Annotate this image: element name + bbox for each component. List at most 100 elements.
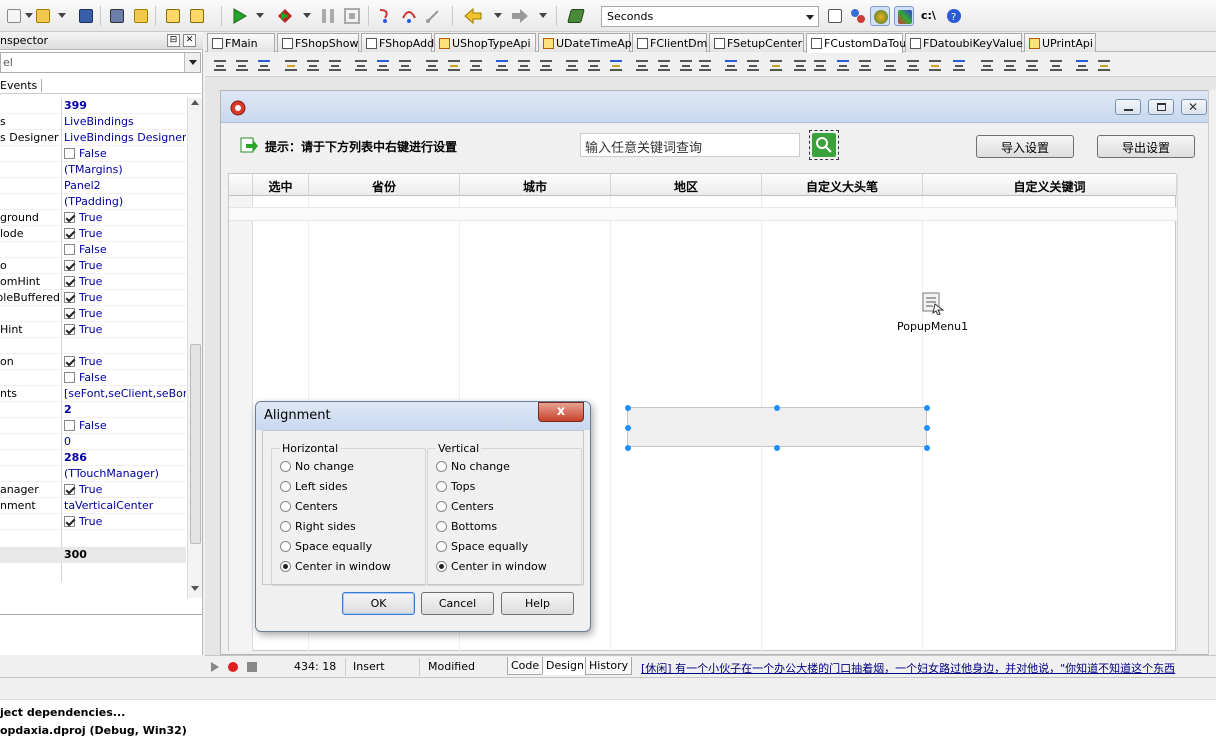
property-value[interactable]: (TTouchManager) — [64, 466, 186, 482]
back-dropdown-arrow[interactable] — [494, 13, 502, 18]
property-row[interactable]: oleBuffered True — [0, 290, 186, 306]
new-file-icon[interactable] — [4, 6, 24, 26]
file-tab[interactable]: FDatoubiKeyValue — [905, 33, 1023, 52]
import-settings-button[interactable]: 导入设置 — [976, 135, 1074, 158]
edit-copy-icon[interactable] — [768, 57, 784, 73]
checkbox[interactable] — [64, 372, 75, 383]
property-row[interactable]: 286 — [0, 450, 186, 466]
save-desktop-icon[interactable] — [825, 6, 845, 26]
cancel-button[interactable]: Cancel — [421, 592, 494, 615]
run-to-cursor-icon[interactable] — [423, 6, 443, 26]
stop-record-icon[interactable] — [246, 661, 258, 673]
property-value[interactable]: True — [64, 306, 186, 322]
run-nodebug-dropdown-arrow[interactable] — [303, 13, 311, 18]
property-row[interactable]: (TTouchManager) — [0, 466, 186, 482]
shrink-icon[interactable] — [468, 57, 484, 73]
property-value[interactable]: (TMargins) — [64, 162, 186, 178]
select-all-icon[interactable] — [812, 57, 828, 73]
radio-button[interactable] — [436, 461, 447, 472]
size-icon[interactable] — [494, 57, 510, 73]
radio-button[interactable] — [280, 461, 291, 472]
tab-order-icon[interactable] — [538, 57, 554, 73]
column-header[interactable]: 省份 — [309, 174, 460, 196]
radio-button[interactable] — [436, 541, 447, 552]
property-row[interactable]: s LiveBindings — [0, 114, 186, 130]
forms-icon[interactable] — [951, 57, 967, 73]
property-row[interactable]: anager True — [0, 482, 186, 498]
property-row[interactable]: nment taVerticalCenter — [0, 498, 186, 514]
ok-button[interactable]: OK — [342, 592, 415, 615]
component-icon[interactable] — [1048, 57, 1064, 73]
forward-arrow-icon[interactable] — [510, 6, 530, 26]
property-value[interactable]: True — [64, 274, 186, 290]
send-back-icon[interactable] — [723, 57, 739, 73]
scale-icon[interactable] — [516, 57, 532, 73]
checkbox[interactable] — [64, 420, 75, 431]
search-input[interactable]: 输入任意关键词查询 — [580, 133, 800, 157]
horizontal-option[interactable]: No change — [280, 460, 354, 476]
vertical-option[interactable]: Tops — [436, 480, 475, 496]
forward-dropdown-arrow[interactable] — [539, 13, 547, 18]
property-value[interactable]: 286 — [64, 450, 186, 466]
align-center-icon[interactable] — [234, 57, 250, 73]
property-row[interactable]: nts [seFont,seClient,seBorde — [0, 386, 186, 402]
property-value[interactable]: False — [64, 418, 186, 434]
property-value[interactable]: Panel2 — [64, 178, 186, 194]
property-value[interactable]: True — [64, 514, 186, 530]
tab-code[interactable]: Code — [507, 657, 544, 675]
save-icon[interactable] — [76, 6, 96, 26]
selected-property-value[interactable]: 300 — [64, 548, 87, 561]
resize-handle[interactable] — [625, 405, 631, 411]
file-tab[interactable]: FSetupCenter — [709, 33, 804, 52]
run-without-debug-icon[interactable] — [275, 6, 295, 26]
property-row[interactable]: True — [0, 514, 186, 530]
hide-icon[interactable] — [678, 57, 694, 73]
property-value[interactable]: 0 — [64, 434, 186, 450]
property-value[interactable]: 2 — [64, 402, 186, 418]
minimize-icon[interactable] — [1115, 99, 1141, 115]
back-arrow-icon[interactable] — [463, 6, 483, 26]
property-row[interactable]: 399 — [0, 98, 186, 114]
units-icon[interactable] — [927, 57, 943, 73]
checkbox[interactable] — [64, 212, 75, 223]
property-row[interactable]: False — [0, 146, 186, 162]
open-dropdown-arrow[interactable] — [58, 13, 66, 18]
radio-button[interactable] — [436, 481, 447, 492]
checkbox[interactable] — [64, 356, 75, 367]
pause-icon[interactable] — [318, 6, 338, 26]
help-button[interactable]: Help — [501, 592, 574, 615]
radio-button[interactable] — [280, 561, 291, 572]
help-book-icon[interactable] — [566, 6, 586, 26]
property-row[interactable]: False — [0, 418, 186, 434]
radio-button[interactable] — [280, 521, 291, 532]
property-row[interactable]: ground True — [0, 210, 186, 226]
checkbox[interactable] — [64, 484, 75, 495]
resize-handle[interactable] — [774, 405, 780, 411]
radio-button[interactable] — [280, 541, 291, 552]
property-value[interactable]: (TPadding) — [64, 194, 186, 210]
save-all-icon[interactable] — [107, 6, 127, 26]
property-row[interactable]: False — [0, 242, 186, 258]
export-settings-button[interactable]: 导出设置 — [1097, 135, 1195, 158]
bring-front-icon[interactable] — [697, 57, 713, 73]
file-tab[interactable]: UShopTypeApi — [434, 33, 536, 52]
vertical-option[interactable]: Bottoms — [436, 520, 497, 536]
add-to-project-icon[interactable] — [163, 6, 183, 26]
maximize-icon[interactable] — [1148, 99, 1174, 115]
inspector-scrollbar[interactable] — [187, 98, 202, 598]
property-value[interactable]: True — [64, 290, 186, 306]
column-header[interactable]: 地区 — [611, 174, 762, 196]
tab-events[interactable]: Events — [0, 79, 43, 92]
horizontal-option[interactable]: Centers — [280, 500, 338, 516]
property-value[interactable]: 399 — [64, 98, 186, 114]
property-row[interactable]: on True — [0, 354, 186, 370]
step-over-icon[interactable] — [399, 6, 419, 26]
file-tab[interactable]: FMain — [207, 33, 275, 52]
property-value[interactable]: True — [64, 482, 186, 498]
property-row[interactable]: omHint True — [0, 274, 186, 290]
radio-button[interactable] — [280, 501, 291, 512]
align-grid-icon[interactable] — [634, 57, 650, 73]
toggle-icon[interactable] — [882, 57, 898, 73]
palette-icon[interactable] — [1074, 57, 1090, 73]
selected-panel[interactable] — [627, 407, 927, 447]
